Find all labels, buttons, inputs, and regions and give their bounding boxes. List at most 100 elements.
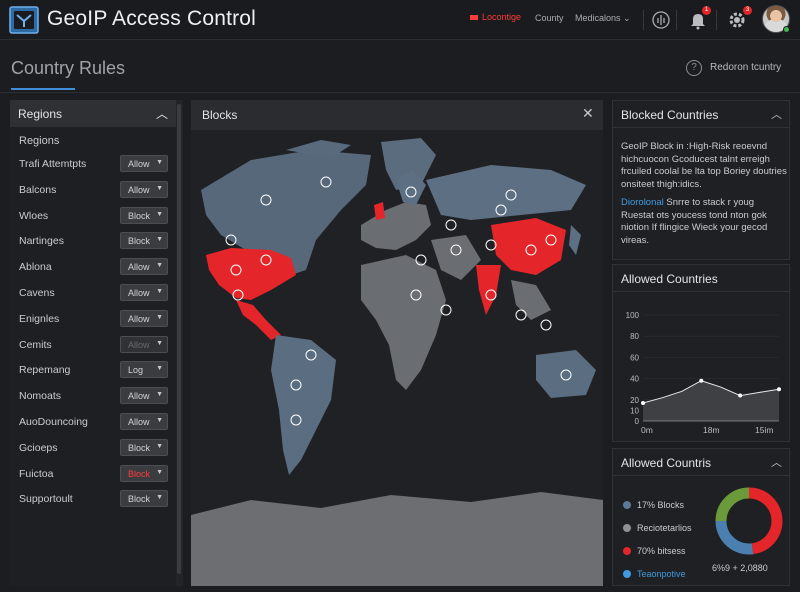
rule-name: Nartinges <box>19 235 64 248</box>
donut-slice <box>715 487 750 522</box>
notifications-menu[interactable]: Medicalons ⌄ <box>575 13 631 24</box>
x-tick-label: 18m <box>703 425 720 435</box>
donut-slice <box>748 487 783 555</box>
rule-row: Repemang Log ▼ <box>10 360 176 380</box>
rule-row: Cemits Allow ▼ <box>10 335 176 355</box>
rule-action-select[interactable]: Allow ▼ <box>120 335 168 353</box>
rule-action-select[interactable]: Allow ▼ <box>120 258 168 276</box>
online-status-dot <box>783 26 790 33</box>
y-tick-label: 80 <box>630 332 639 341</box>
rule-action-select[interactable]: Allow ▼ <box>120 155 168 172</box>
rule-action-select[interactable]: Allow ▼ <box>120 413 168 430</box>
map-panel: Blocks ✕ <box>191 100 603 586</box>
scrollbar[interactable] <box>176 100 183 586</box>
chevron-down-icon: ▼ <box>156 417 163 424</box>
close-icon[interactable]: ✕ <box>582 105 594 122</box>
rule-name: Repemang <box>19 364 71 377</box>
allowed-countries-header[interactable]: Allowed Countries <box>613 265 789 292</box>
rule-action-select[interactable]: Block ▼ <box>120 490 168 508</box>
rule-row: AuoDouncoing Allow ▼ <box>10 412 176 432</box>
rule-action-select[interactable]: Allow ▼ <box>120 387 168 405</box>
chevron-down-icon: ▼ <box>156 313 163 321</box>
rule-name: Cavens <box>19 287 55 299</box>
chevron-down-icon: ▼ <box>156 442 163 450</box>
chevron-down-icon: ▼ <box>156 365 163 373</box>
rule-action-value: Block <box>128 236 151 247</box>
legend-label: Teaonpotive <box>637 569 686 579</box>
rule-name: Nomoats <box>19 390 62 403</box>
y-tick-label: 20 <box>630 396 639 405</box>
rule-action-value: Block <box>128 468 151 479</box>
blocked-countries-header[interactable]: Blocked Countries ︿ <box>613 101 789 128</box>
map-antarctica <box>191 492 603 586</box>
chevron-down-icon: ▼ <box>156 262 163 270</box>
y-tick-label: 40 <box>630 375 639 384</box>
data-point <box>699 378 704 383</box>
rule-name: Gcioeps <box>19 441 58 454</box>
blocked-countries-note: Diorolonal Snrre to stack r youg Ruestat… <box>621 197 787 247</box>
rule-row: Balcons Allow ▼ <box>10 180 176 200</box>
location-menu[interactable]: Locontige <box>470 12 521 22</box>
donut-total-label: 6%9 + 2,0880 <box>712 563 768 573</box>
info-link[interactable]: Diorolonal <box>621 197 664 208</box>
allowed-countris-title: Allowed Countris <box>621 456 712 470</box>
rule-action-select[interactable]: Block ▼ <box>120 438 168 456</box>
country-menu[interactable]: County <box>535 13 564 23</box>
chevron-up-icon[interactable]: ︿ <box>771 106 782 122</box>
rule-action-select[interactable]: Allow ▼ <box>120 309 168 327</box>
rule-name: Ablona <box>19 261 52 274</box>
rule-action-select[interactable]: Allow ▼ <box>120 284 168 301</box>
scrollbar-thumb[interactable] <box>177 104 181 574</box>
rule-name: Fuictoa <box>19 467 54 480</box>
rule-action-value: Allow <box>128 184 150 195</box>
allowed-donut-chart <box>715 487 783 555</box>
x-tick-label: 15im <box>755 425 773 435</box>
rule-row: Gcioeps Block ▼ <box>10 438 176 458</box>
chevron-down-icon: ▼ <box>156 391 163 399</box>
divider <box>676 10 677 30</box>
rule-action-select[interactable]: Allow ▼ <box>120 180 168 198</box>
rule-action-value: Block <box>128 442 151 453</box>
legend-dot <box>623 501 631 509</box>
rule-row: Trafi Attemtpts Allow ▼ <box>10 154 176 174</box>
regions-panel-header[interactable]: Regions ︿ <box>10 100 176 127</box>
rule-name: Supportoult <box>19 493 73 506</box>
rule-name: Wloes <box>19 209 49 222</box>
regions-panel-title: Regions <box>18 107 63 121</box>
chevron-up-icon[interactable]: ︿ <box>771 454 782 470</box>
rule-action-select[interactable]: Log ▼ <box>120 361 168 379</box>
help-icon[interactable]: ? <box>686 60 702 76</box>
map-title: Blocks <box>202 108 238 122</box>
legend-dot <box>623 570 631 578</box>
regions-subtitle: Regions <box>19 135 60 147</box>
rule-action-value: Allow <box>128 417 150 427</box>
rule-action-select[interactable]: Block ▼ <box>120 206 168 224</box>
page-header: Country Rules ? Redoron tcuntry <box>0 41 800 93</box>
fingerprint-icon[interactable] <box>650 9 672 31</box>
legend-label: 70% bitsess <box>637 546 686 556</box>
chevron-down-icon: ▼ <box>156 210 163 218</box>
donut-slice <box>715 520 754 555</box>
chevron-up-icon[interactable]: ︿ <box>156 105 168 122</box>
blocked-countries-title: Blocked Countries <box>621 108 719 122</box>
divider <box>643 10 644 30</box>
allowed-area-chart: 0 1020 40 60 80 100 0m 18m 15im <box>626 311 781 435</box>
rule-action-select[interactable]: Block ▼ <box>120 232 168 250</box>
legend-label: 17% Blocks <box>637 500 685 510</box>
allowed-countris-header[interactable]: Allowed Countris ︿ <box>613 449 789 476</box>
rule-name: Enignles <box>19 312 60 325</box>
settings-badge: 3 <box>743 6 752 15</box>
regions-panel: Regions ︿ Regions Trafi Attemtpts Allow ▼ B… <box>10 100 183 586</box>
location-label: Locontige <box>482 12 522 22</box>
app-title: GeoIP Access Control <box>47 7 257 30</box>
help-label[interactable]: Redoron tcuntry <box>710 62 781 73</box>
y-tick-label: 0 <box>635 417 640 426</box>
chevron-down-icon: ▼ <box>156 288 163 295</box>
world-map[interactable] <box>191 130 603 586</box>
y-tick-label: 10 <box>630 406 639 415</box>
rule-action-value: Log <box>128 365 144 376</box>
chevron-down-icon: ▼ <box>156 494 163 502</box>
allowed-countries-panel: Allowed Countries 0 10 20 40 60 80 100 0m 18m 15i… <box>612 264 790 442</box>
rule-action-value: Allow <box>128 391 150 402</box>
rule-action-select[interactable]: Block ▼ <box>120 464 168 482</box>
